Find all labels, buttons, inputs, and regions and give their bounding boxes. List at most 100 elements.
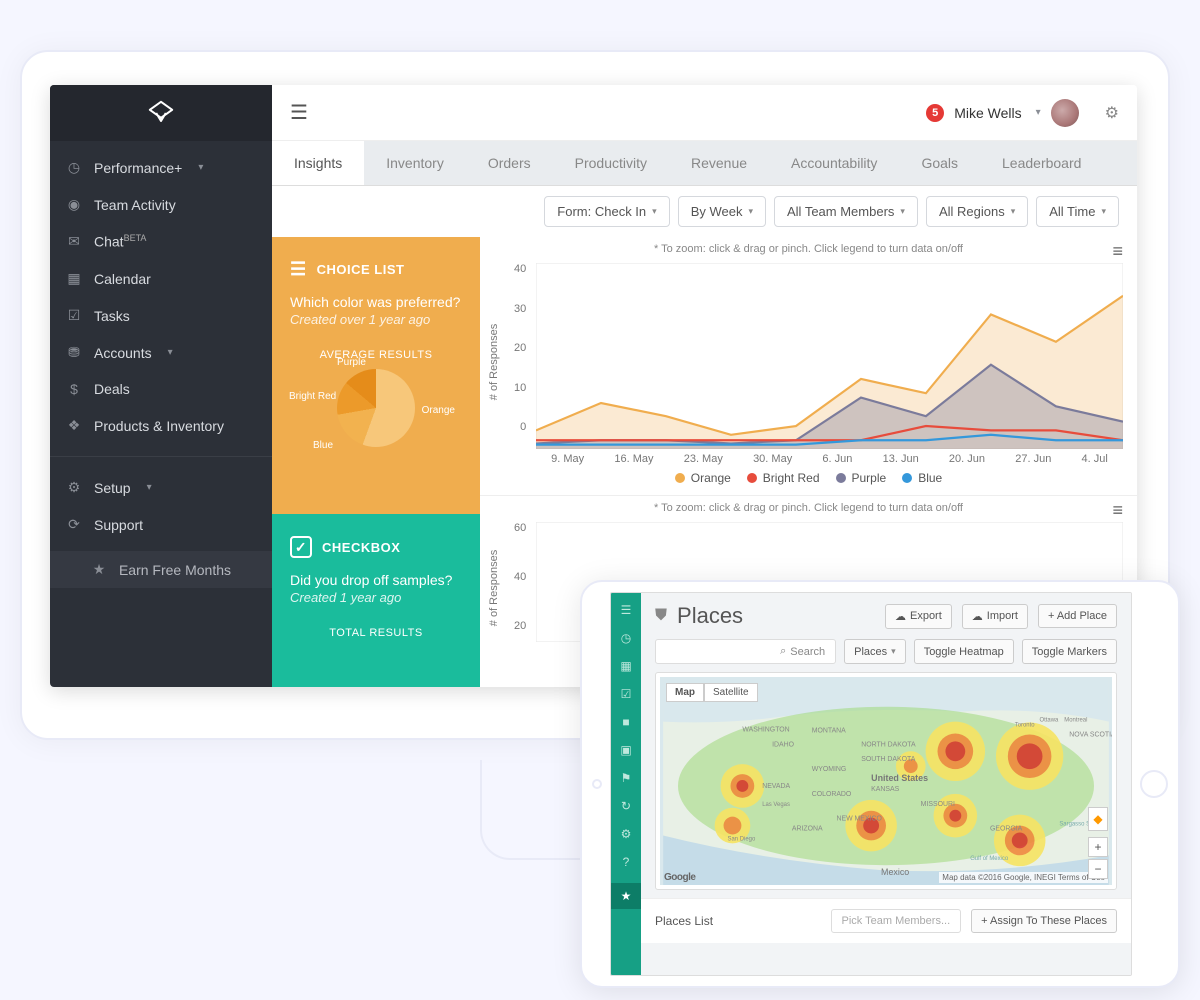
nav-chat[interactable]: ✉ChatBETA [50,223,272,260]
tab-accountability[interactable]: Accountability [769,141,899,185]
chart-menu-icon[interactable]: ≡ [1112,500,1123,521]
pie-slice-label: Bright Red [289,391,336,402]
gear-icon[interactable]: ⚙ [621,827,632,841]
chart-menu-icon[interactable]: ≡ [1112,241,1123,262]
map-type-satellite[interactable]: Satellite [704,683,758,702]
chevron-down-icon: ▾ [168,347,173,358]
chevron-down-icon: ▾ [198,162,203,173]
search-input[interactable]: ⌕Search [655,639,836,664]
notification-badge[interactable]: 5 [926,104,944,122]
filter-form[interactable]: Form: Check In▾ [544,196,669,227]
map-type-map[interactable]: Map [666,683,704,702]
dollar-icon: $ [66,381,82,397]
y-ticks: 403020100 [514,263,526,433]
tab-leaderboard[interactable]: Leaderboard [980,141,1103,185]
nav-label: Team Activity [94,197,176,213]
chevron-down-icon: ▾ [147,482,152,493]
svg-text:Gulf of Mexico: Gulf of Mexico [970,856,1009,862]
nav-calendar[interactable]: ▦Calendar [50,260,272,297]
export-button[interactable]: ☁Export [885,604,952,629]
search-icon: ⌕ [780,645,786,658]
places-header: ⛊ Places ☁Export ☁Import + Add Place [641,593,1131,639]
nav-support[interactable]: ⟳ Support [50,506,272,543]
nav-accounts[interactable]: ⛃Accounts▾ [50,334,272,371]
legend-red[interactable]: Bright Red [747,471,820,485]
nav-tasks[interactable]: ☑Tasks [50,297,272,334]
tabs: Insights Inventory Orders Productivity R… [272,141,1137,186]
area-chart[interactable]: # of Responses 403020100 [494,263,1123,449]
nav-earn-free[interactable]: ★Earn Free Months [50,551,272,588]
card-type: CHECKBOX [322,540,400,555]
tab-orders[interactable]: Orders [466,141,553,185]
tab-inventory[interactable]: Inventory [364,141,466,185]
legend-orange[interactable]: Orange [675,471,731,485]
toggle-heatmap-button[interactable]: Toggle Heatmap [914,639,1014,664]
svg-text:NEW MEXICO: NEW MEXICO [836,816,882,823]
gear-icon: ⚙ [66,479,82,496]
tab-insights[interactable]: Insights [272,141,364,185]
legend-blue[interactable]: Blue [902,471,942,485]
filter-team[interactable]: All Team Members▾ [774,196,918,227]
nav-team-activity[interactable]: ◉Team Activity [50,186,272,223]
toggle-markers-button[interactable]: Toggle Markers [1022,639,1117,664]
check-icon[interactable]: ☑ [621,687,632,701]
briefcase-icon[interactable]: ■ [622,715,629,729]
filter-time[interactable]: All Time▾ [1036,196,1119,227]
tab-revenue[interactable]: Revenue [669,141,769,185]
filter-period[interactable]: By Week▾ [678,196,766,227]
zoom-in-button[interactable]: + [1088,837,1108,857]
help-icon[interactable]: ? [623,855,630,869]
places-dropdown[interactable]: Places▾ [844,639,906,664]
svg-text:Ottawa: Ottawa [1040,718,1060,724]
heatmap[interactable]: United States Mexico NEVADA Las Vegas Sa… [660,677,1112,885]
filter-region[interactable]: All Regions▾ [926,196,1028,227]
tab-productivity[interactable]: Productivity [553,141,669,185]
checkbox-icon: ✓ [290,536,312,558]
card-choice-list: ☰CHOICE LIST Which color was preferred? … [272,237,480,514]
card-subtitle: Created over 1 year ago [290,312,462,327]
tab-goals[interactable]: Goals [899,141,980,185]
settings-gear-icon[interactable]: ⚙ [1105,103,1119,123]
add-place-button[interactable]: + Add Place [1038,604,1117,628]
svg-text:IDAHO: IDAHO [772,741,795,748]
svg-text:WASHINGTON: WASHINGTON [742,726,789,733]
svg-text:Toronto: Toronto [1015,723,1036,729]
topbar: ☰ 5 Mike Wells ▾ ⚙ [272,85,1137,141]
briefcase-icon: ⛊ [655,607,667,625]
hamburger-icon[interactable]: ☰ [290,100,308,125]
logo[interactable] [50,85,272,141]
places-app: ☰ ◷ ▦ ☑ ■ ▣ ⚑ ↻ ⚙ ? ★ ⛊ Places ☁Export ☁… [610,592,1132,976]
star-icon[interactable]: ★ [611,883,641,909]
nav-label: Deals [94,381,130,397]
svg-text:COLORADO: COLORADO [812,791,852,798]
check-icon: ☑ [66,307,82,324]
menu-icon[interactable]: ☰ [621,603,632,617]
nav-products[interactable]: ❖Products & Inventory [50,407,272,444]
user-menu[interactable]: 5 Mike Wells ▾ ⚙ [926,99,1119,127]
logo-icon [145,97,177,129]
svg-text:NEVADA: NEVADA [762,783,790,790]
calendar-icon[interactable]: ▦ [620,659,631,673]
nav-label: Accounts [94,345,152,361]
pick-team-input[interactable]: Pick Team Members... [831,909,962,933]
card-subtitle: Created 1 year ago [290,590,462,605]
legend-purple[interactable]: Purple [836,471,887,485]
nav-performance[interactable]: ◷Performance+▾ [50,149,272,186]
clipboard-icon[interactable]: ▣ [620,743,631,757]
pegman-icon[interactable]: ◆ [1088,807,1108,831]
flag-icon[interactable]: ⚑ [621,771,632,785]
avatar[interactable] [1051,99,1079,127]
svg-text:KANSAS: KANSAS [871,786,899,793]
card-question: Which color was preferred? [290,294,462,310]
cards-column: ☰CHOICE LIST Which color was preferred? … [272,237,480,687]
nav-label: Support [94,517,143,533]
headset-icon: ⟳ [66,516,82,533]
divider [50,456,272,457]
refresh-icon[interactable]: ↻ [621,799,631,813]
import-button[interactable]: ☁Import [962,604,1028,629]
zoom-out-button[interactable]: − [1088,859,1108,879]
assign-button[interactable]: + Assign To These Places [971,909,1117,933]
nav-deals[interactable]: $ Deals [50,371,272,407]
nav-setup[interactable]: ⚙Setup▾ [50,469,272,506]
dashboard-icon[interactable]: ◷ [621,631,631,645]
